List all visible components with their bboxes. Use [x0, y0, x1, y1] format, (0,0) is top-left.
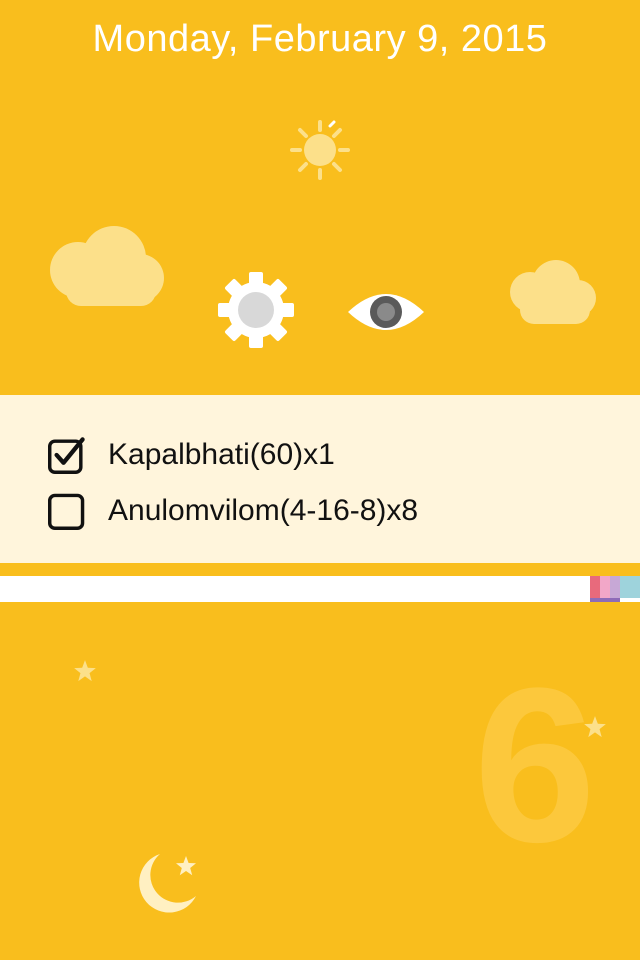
checkbox-checked-icon[interactable]: [48, 436, 86, 474]
task-row-anulomvilom[interactable]: Anulomvilom(4-16-8)x8: [48, 487, 418, 535]
task-label: Kapalbhati(60)x1: [108, 438, 335, 471]
day-number: 6: [473, 642, 596, 888]
gear-icon[interactable]: [216, 270, 296, 350]
date-title: Monday, February 9, 2015: [92, 18, 548, 60]
cloud-left-icon: [50, 226, 164, 306]
star-icon: [74, 660, 96, 682]
task-row-kapalbhati[interactable]: Kapalbhati(60)x1: [48, 431, 335, 479]
color-palette-icon[interactable]: [590, 576, 640, 602]
task-list: Kapalbhati(60)x1 Anulomvilom(4-16-8)x8: [0, 395, 640, 563]
cloud-right-icon: [510, 260, 596, 324]
star-icon: [584, 716, 606, 738]
sun-icon: [290, 120, 350, 180]
checkbox-unchecked-icon[interactable]: [48, 492, 86, 530]
task-label: Anulomvilom(4-16-8)x8: [108, 494, 419, 527]
eye-icon[interactable]: [344, 284, 428, 340]
moon-star-icon: [139, 854, 196, 913]
divider-band: [0, 576, 640, 602]
